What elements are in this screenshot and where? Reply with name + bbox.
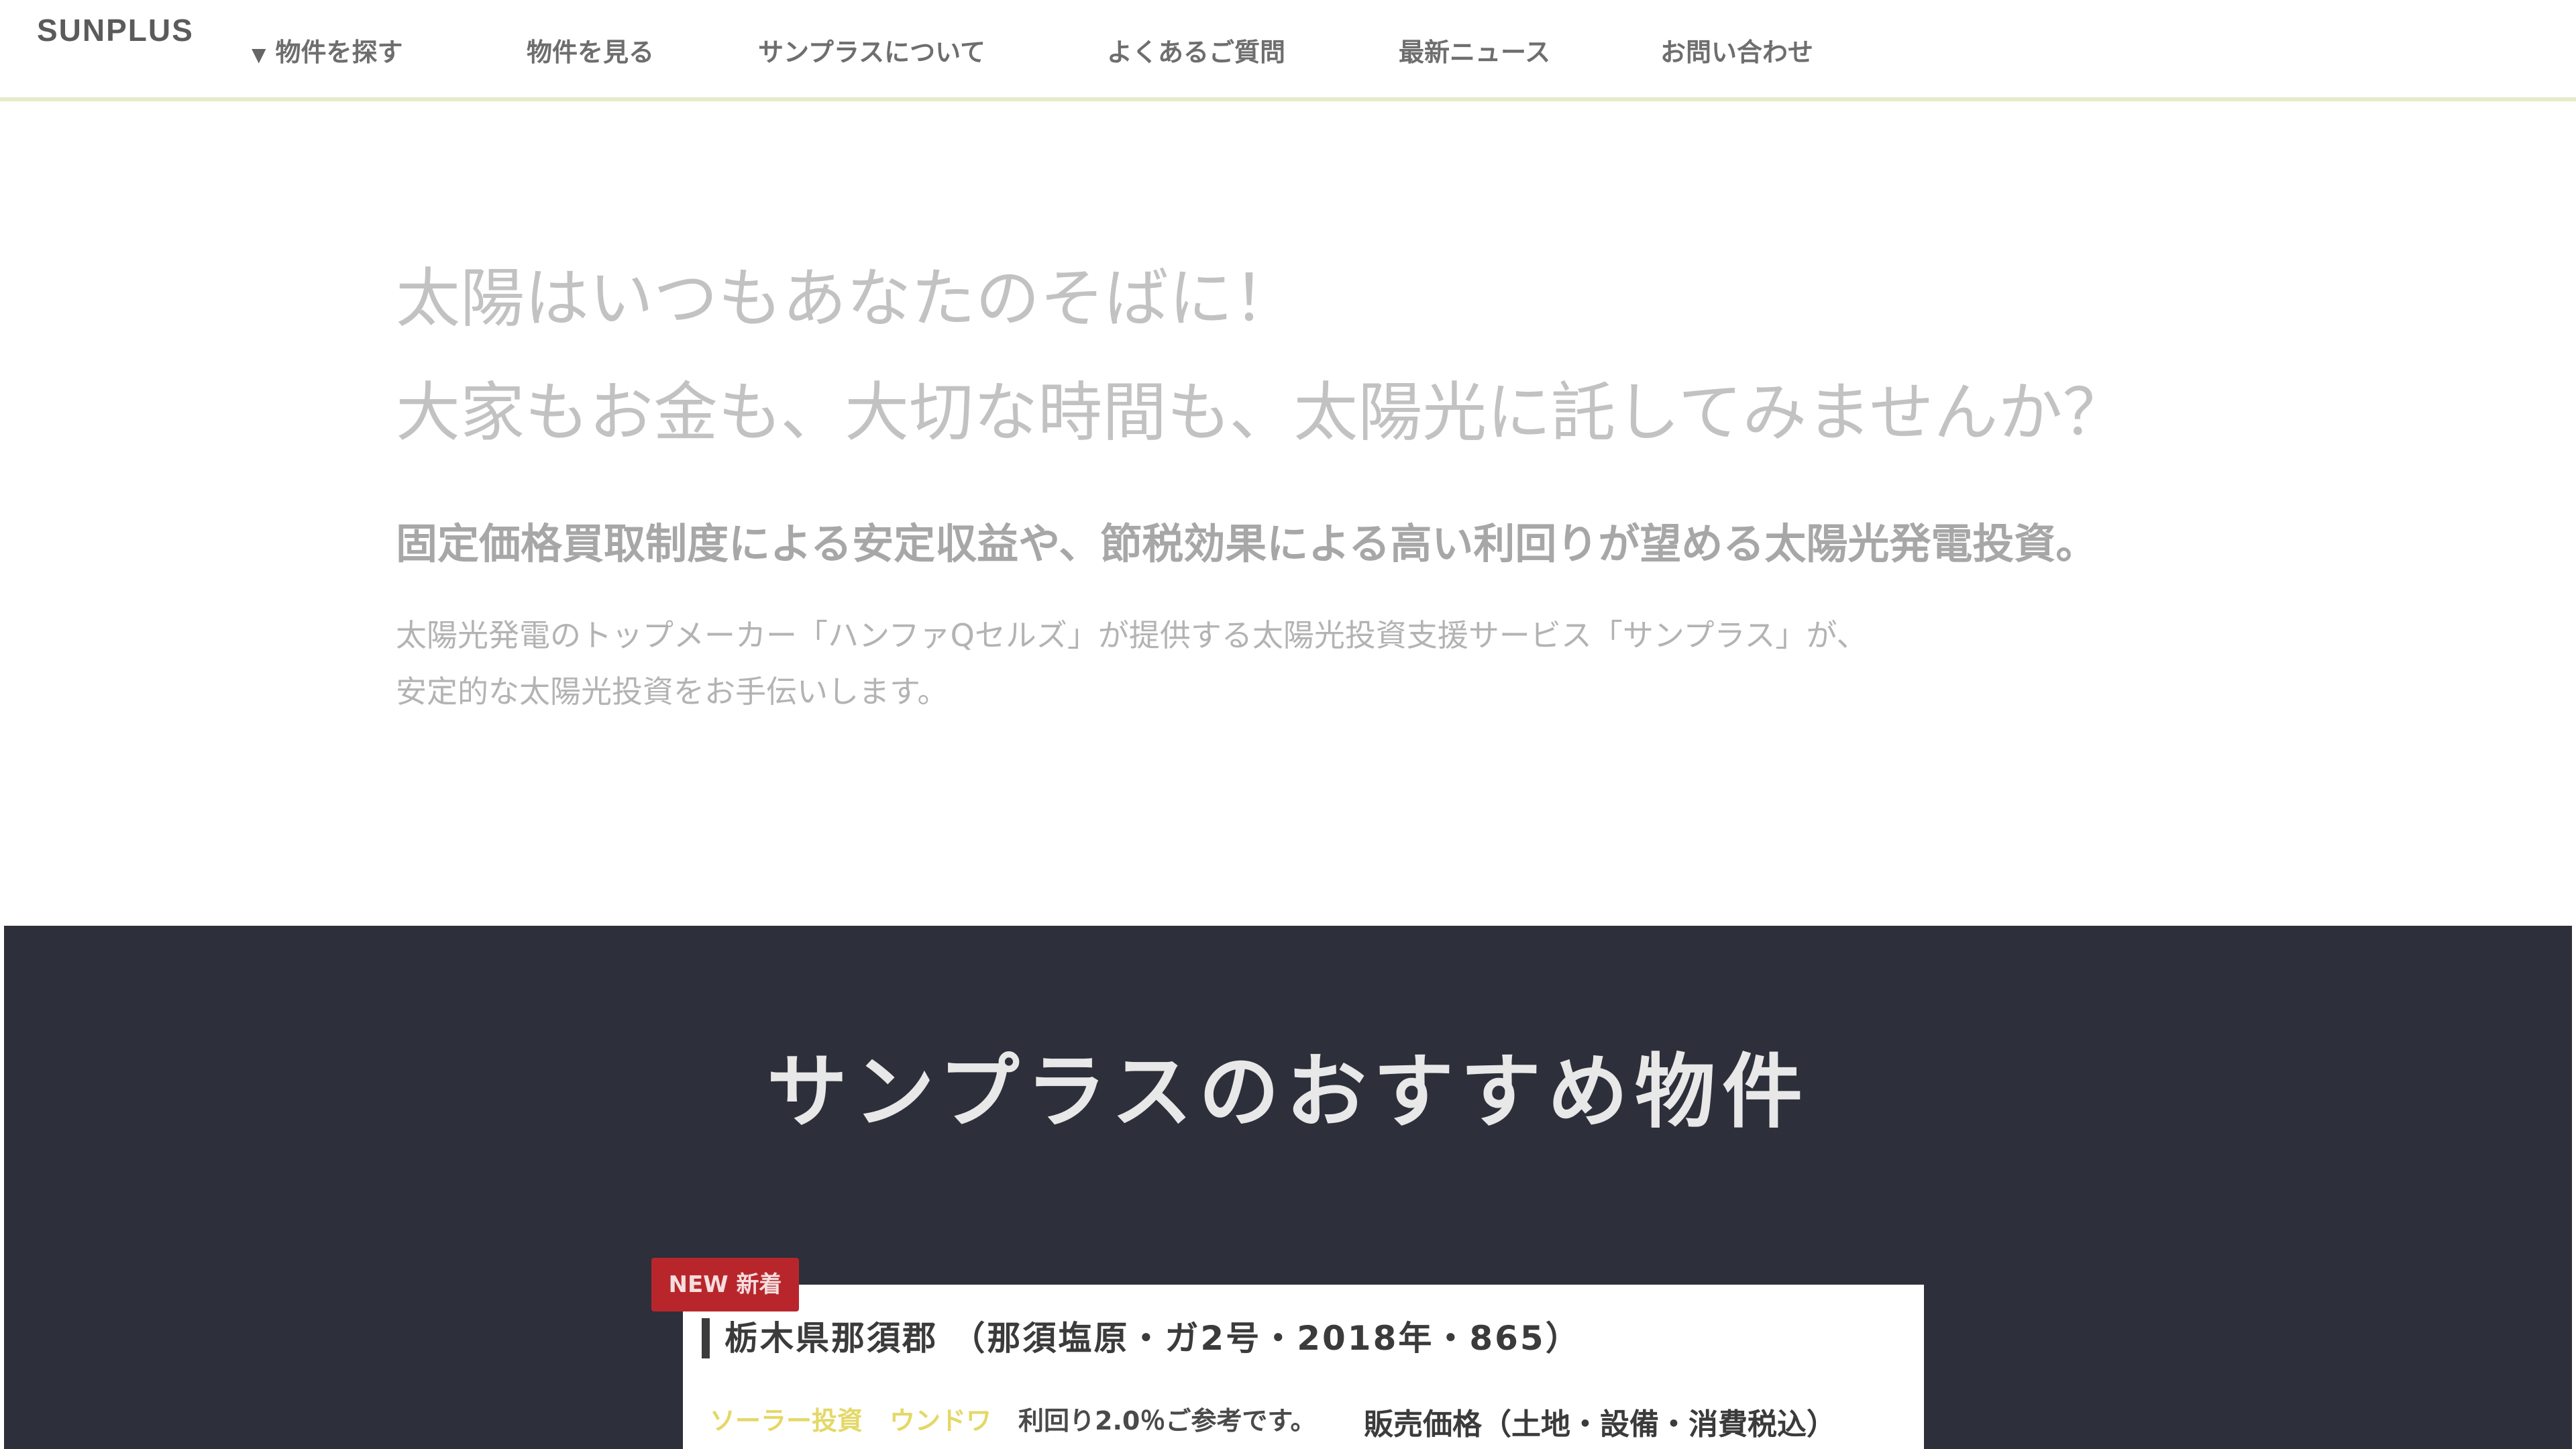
nav-item-faq[interactable]: よくあるご質問: [1107, 32, 1285, 72]
nav-item-contact[interactable]: お問い合わせ: [1660, 32, 1813, 72]
nav-item-search[interactable]: ▼ 物件を探す: [252, 32, 403, 75]
property-tag: ソーラー投資: [710, 1406, 863, 1436]
headline-line-1: 太陽はいつもあなたのそばに！: [396, 261, 1297, 336]
property-title[interactable]: 栃木県那須郡 （那須塩原・ガ2号・2018年・865）: [702, 1318, 1581, 1358]
new-badge: NEW 新着: [651, 1258, 799, 1311]
lead-text: 固定価格買取制度による安定収益や、節税効果による高い利回りが望める太陽光発電投資…: [396, 519, 2098, 568]
nav-item-about[interactable]: サンプラスについて: [758, 32, 985, 72]
chevron-down-icon: ▼: [252, 44, 266, 66]
property-tag: ウンドワ: [890, 1406, 992, 1436]
body-line-1: 太陽光発電のトップメーカー「ハンファQセルズ」が提供する太陽光投資支援サービス「…: [396, 617, 1868, 653]
body-line-2: 安定的な太陽光投資をお手伝いします。: [396, 674, 949, 710]
nav-item-news[interactable]: 最新ニュース: [1399, 32, 1550, 72]
featured-title: サンプラスのおすすめ物件: [767, 1044, 1809, 1139]
property-price-label: 販売価格（土地・設備・消費税込）: [1364, 1407, 1836, 1442]
property-tags: ソーラー投資 ウンドワ 利回り2.0％ご参考です。: [710, 1400, 1316, 1437]
site-header: SUNPLUS ▼ 物件を探す 物件を見る サンプラスについて よくあるご質問 最…: [0, 0, 2576, 101]
property-note: 利回り2.0％ご参考です。: [1018, 1406, 1316, 1436]
site-logo[interactable]: SUNPLUS: [37, 12, 194, 48]
nav-item-view[interactable]: 物件を見る: [527, 32, 654, 72]
intro-section: 太陽はいつもあなたのそばに！ 大家もお金も、大切な時間も、太陽光に託してみません…: [396, 241, 2207, 720]
page: SUNPLUS ▼ 物件を探す 物件を見る サンプラスについて よくあるご質問 最…: [0, 0, 2576, 1449]
nav-item-label: 物件を探す: [275, 38, 403, 67]
headline-line-2: 大家もお金も、大切な時間も、太陽光に託してみませんか？: [396, 375, 2127, 450]
featured-section: サンプラスのおすすめ物件 栃木県那須郡 （那須塩原・ガ2号・2018年・865）…: [4, 926, 2572, 1449]
body-text: 太陽光発電のトップメーカー「ハンファQセルズ」が提供する太陽光投資支援サービス「…: [396, 607, 2207, 720]
property-card[interactable]: 栃木県那須郡 （那須塩原・ガ2号・2018年・865） ソーラー投資 ウンドワ 利回…: [683, 1285, 1924, 1449]
